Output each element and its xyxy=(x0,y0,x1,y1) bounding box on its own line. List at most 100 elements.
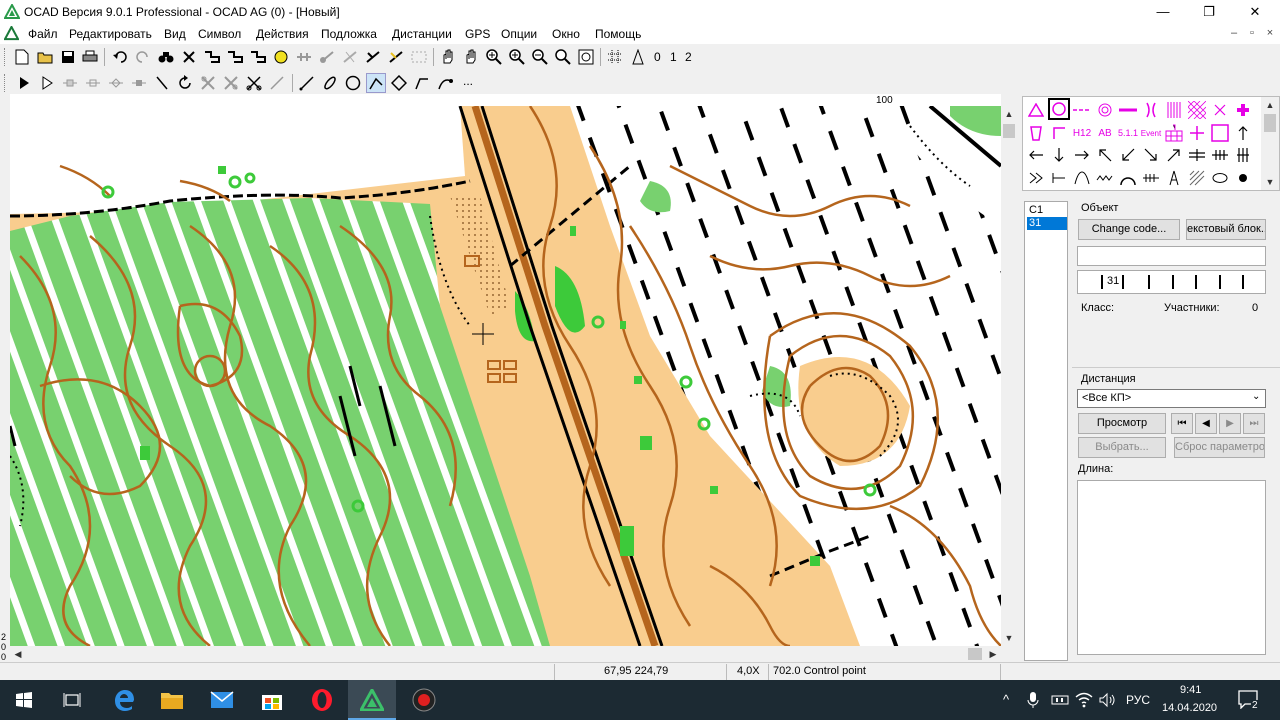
zoom-in-icon[interactable] xyxy=(484,47,504,67)
first-icon[interactable]: ⏮ xyxy=(1171,413,1193,434)
new-file-icon[interactable] xyxy=(12,47,32,67)
edit-point-icon[interactable] xyxy=(37,73,57,93)
scissors-icon[interactable] xyxy=(244,73,264,93)
print-icon[interactable] xyxy=(80,47,100,67)
measure-icon[interactable] xyxy=(267,73,287,93)
layer-1[interactable]: 1 xyxy=(670,50,677,64)
text-symbol-event[interactable]: Event xyxy=(1140,122,1162,144)
rotate-symbol-icon[interactable] xyxy=(271,47,291,67)
menu-background[interactable]: Подложка xyxy=(321,27,377,41)
menu-view[interactable]: Вид xyxy=(164,27,186,41)
menu-file[interactable]: Файл xyxy=(28,27,58,41)
rectangle-mode-icon[interactable] xyxy=(366,73,386,93)
menu-options[interactable]: Опции xyxy=(501,27,537,41)
arrow-right-symbol-icon[interactable] xyxy=(1071,144,1093,166)
corner-symbol-icon[interactable] xyxy=(1048,122,1070,144)
menu-edit[interactable]: Редактировать xyxy=(69,27,152,41)
code-field-strip[interactable]: 31 xyxy=(1077,270,1266,294)
undo-icon[interactable] xyxy=(110,47,130,67)
mdi-restore-button[interactable]: ▫ xyxy=(1244,27,1260,41)
rotate-icon[interactable] xyxy=(175,73,195,93)
cut-hole-icon[interactable] xyxy=(386,47,406,67)
cut-area-icon[interactable] xyxy=(363,47,383,67)
course-item-31[interactable]: 31 xyxy=(1027,217,1067,230)
dash-point-icon[interactable] xyxy=(106,73,126,93)
preview-button[interactable]: Просмотр xyxy=(1078,413,1166,434)
store-icon[interactable] xyxy=(248,680,296,720)
grid-disabled-icon[interactable] xyxy=(409,47,429,67)
last-icon[interactable]: ⏭ xyxy=(1243,413,1265,434)
stretch-icon[interactable] xyxy=(221,73,241,93)
crossing-line-symbol-icon[interactable] xyxy=(1186,144,1208,166)
edit-object-icon[interactable] xyxy=(14,73,34,93)
scroll-right-arrow[interactable]: ▶ xyxy=(985,646,1001,662)
menu-actions[interactable]: Действия xyxy=(256,27,309,41)
triangle-symbol-icon[interactable] xyxy=(1025,99,1047,121)
clock-date[interactable]: 14.04.2020 xyxy=(1162,702,1217,714)
ellipse-symbol-icon[interactable] xyxy=(1209,167,1231,189)
next-icon[interactable]: ▶ xyxy=(1219,413,1241,434)
text-symbol-ab[interactable]: AB xyxy=(1094,122,1116,144)
menu-gps[interactable]: GPS xyxy=(465,27,490,41)
toolbar-grip[interactable] xyxy=(4,48,7,66)
save-icon[interactable] xyxy=(58,47,78,67)
course-line-symbol-icon[interactable] xyxy=(1071,99,1093,121)
arrow-down-symbol-icon[interactable] xyxy=(1048,144,1070,166)
scroll-thumb[interactable] xyxy=(968,648,982,660)
open-folder-icon[interactable] xyxy=(35,47,55,67)
recorder-icon[interactable] xyxy=(400,680,448,720)
scroll-down-arrow[interactable]: ▼ xyxy=(1001,630,1017,646)
ocad-taskbar-icon[interactable] xyxy=(348,680,396,720)
minimize-button[interactable]: — xyxy=(1140,0,1186,24)
marked-route-symbol-icon[interactable] xyxy=(1117,99,1139,121)
menu-courses[interactable]: Дистанции xyxy=(392,27,452,41)
scroll-down-arrow[interactable]: ▼ xyxy=(1262,174,1278,190)
change-symbol-icon[interactable] xyxy=(248,47,268,67)
cut-line-icon[interactable] xyxy=(294,47,314,67)
mdi-minimize-button[interactable]: – xyxy=(1226,27,1242,41)
numeric-icon[interactable] xyxy=(435,73,455,93)
arrow-upright-symbol-icon[interactable] xyxy=(1163,144,1185,166)
reset-parameters-button[interactable]: Сброс параметров xyxy=(1174,437,1265,458)
map-canvas[interactable] xyxy=(10,106,1001,646)
forbidden-area-symbol-icon[interactable] xyxy=(1186,99,1208,121)
grid-symbol-icon[interactable] xyxy=(1163,122,1185,144)
redo-icon[interactable] xyxy=(133,47,153,67)
curve-mode-icon[interactable] xyxy=(297,73,317,93)
restore-button[interactable]: ❐ xyxy=(1186,0,1232,24)
menu-window[interactable]: Окно xyxy=(552,27,580,41)
windows-start-icon[interactable] xyxy=(0,680,48,720)
reverse-bracket-symbol-icon[interactable] xyxy=(1048,167,1070,189)
usb-icon[interactable] xyxy=(1051,692,1069,711)
arrow-left-symbol-icon[interactable] xyxy=(1025,144,1047,166)
hand-scroll-icon[interactable] xyxy=(461,47,481,67)
arrow-downleft-symbol-icon[interactable] xyxy=(1117,144,1139,166)
frame-symbol-icon[interactable] xyxy=(1209,122,1231,144)
grid-icon[interactable] xyxy=(605,47,625,67)
hatch-symbol-icon[interactable] xyxy=(1186,167,1208,189)
close-button[interactable]: ✕ xyxy=(1232,0,1278,24)
zoom-window-icon[interactable] xyxy=(507,47,527,67)
arrow-upleft-symbol-icon[interactable] xyxy=(1094,144,1116,166)
border-icon[interactable] xyxy=(225,47,245,67)
scroll-up-arrow[interactable]: ▲ xyxy=(1001,106,1017,122)
select-button[interactable]: Выбрать... xyxy=(1078,437,1166,458)
opera-browser-icon[interactable] xyxy=(298,680,346,720)
crossing-point-symbol-icon[interactable] xyxy=(1140,99,1162,121)
toolbar-grip[interactable] xyxy=(4,74,7,92)
zigzag-symbol-icon[interactable] xyxy=(1094,167,1116,189)
refreshment-symbol-icon[interactable] xyxy=(1025,122,1047,144)
text-symbol-h12[interactable]: H12 xyxy=(1071,122,1093,144)
arrow-downright-symbol-icon[interactable] xyxy=(1140,144,1162,166)
passage-symbol-icon[interactable] xyxy=(1209,144,1231,166)
straight-line-icon[interactable] xyxy=(389,73,409,93)
zoom-previous-icon[interactable] xyxy=(553,47,573,67)
add-vertex-icon[interactable] xyxy=(60,73,80,93)
mail-icon[interactable] xyxy=(198,680,246,720)
cut-object-icon[interactable] xyxy=(152,73,172,93)
more-tools-button[interactable]: ... xyxy=(463,74,473,88)
first-aid-symbol-icon[interactable] xyxy=(1232,99,1254,121)
language-indicator[interactable]: РУС xyxy=(1126,693,1150,707)
dot-symbol-icon[interactable] xyxy=(1232,167,1254,189)
microphone-icon[interactable] xyxy=(1027,691,1039,712)
